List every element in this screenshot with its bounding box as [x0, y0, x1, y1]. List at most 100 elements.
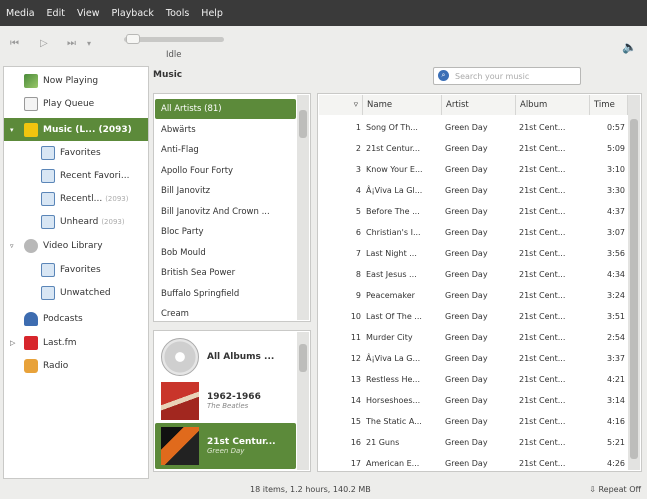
track-artist: Green Day — [445, 207, 488, 216]
track-artist: Green Day — [445, 354, 488, 363]
table-row[interactable]: 15 The Static A... Green Day 21st Cent... 4:… — [319, 412, 628, 432]
menu-view[interactable]: View — [77, 8, 100, 19]
search-input[interactable]: ⌕ Search your music — [433, 67, 581, 85]
table-row[interactable]: 3 Know Your E... Green Day 21st Cent... 3:10 — [319, 160, 628, 180]
track-name: Christian's I... — [366, 228, 421, 237]
next-menu-chevron-down-icon[interactable]: ▾ — [87, 39, 91, 48]
smart-playlist-icon — [41, 214, 55, 229]
artist-item[interactable]: Bob Mould — [155, 243, 296, 263]
track-number: 15 — [350, 417, 361, 426]
artist-item[interactable]: Bloc Party — [155, 222, 296, 242]
menu-playback[interactable]: Playback — [112, 8, 154, 19]
table-row[interactable]: 2 21st Centur... Green Day 21st Cent... 5:09 — [319, 139, 628, 159]
scrollbar-thumb[interactable] — [299, 344, 307, 372]
table-row[interactable]: 1 Song Of Th... Green Day 21st Cent... 0:57 — [319, 118, 628, 138]
album-item-selected[interactable]: 21st Centur... Green Day — [155, 423, 296, 469]
artist-item[interactable]: Cream — [155, 304, 296, 321]
expander-icon[interactable]: ▿ — [10, 242, 14, 250]
artist-scrollbar[interactable] — [297, 95, 309, 320]
album-scrollbar[interactable] — [297, 332, 309, 470]
sidebar-item-unwatched[interactable]: Unwatched — [4, 281, 148, 304]
play-icon[interactable]: ▷ — [40, 38, 48, 49]
play-queue-icon — [24, 96, 38, 111]
search-placeholder: Search your music — [455, 72, 530, 81]
sidebar-item-music-library[interactable]: ▾ Music (L... (2093) — [4, 118, 148, 141]
sidebar-item-unheard[interactable]: Unheard (2093) — [4, 210, 148, 233]
track-scrollbar[interactable] — [628, 95, 640, 470]
track-album: 21st Cent... — [519, 144, 566, 153]
artist-item[interactable]: Buffalo Springfield — [155, 284, 296, 304]
track-time: 3:10 — [607, 165, 625, 174]
sidebar-item-video-favorites[interactable]: Favorites — [4, 258, 148, 281]
sidebar-item-recently-added[interactable]: Recentl... (2093) — [4, 187, 148, 210]
table-row[interactable]: 9 Peacemaker Green Day 21st Cent... 3:24 — [319, 286, 628, 306]
repeat-button[interactable]: ⇩ Repeat Off — [589, 485, 641, 494]
sidebar-item-label: Last.fm — [43, 337, 77, 348]
track-album: 21st Cent... — [519, 123, 566, 132]
table-row[interactable]: 10 Last Of The ... Green Day 21st Cent... 3:… — [319, 307, 628, 327]
table-row[interactable]: 16 21 Guns Green Day 21st Cent... 5:21 — [319, 433, 628, 453]
menu-bar: Media Edit View Playback Tools Help — [0, 0, 647, 26]
track-time: 4:37 — [607, 207, 625, 216]
table-row[interactable]: 8 East Jesus ... Green Day 21st Cent... 4:34 — [319, 265, 628, 285]
sidebar-item-play-queue[interactable]: Play Queue — [4, 92, 148, 115]
table-row[interactable]: 17 American E... Green Day 21st Cent... 4:26 — [319, 454, 628, 471]
sidebar-item-favorites[interactable]: Favorites — [4, 141, 148, 164]
scrollbar-thumb[interactable] — [630, 119, 638, 459]
artist-item[interactable]: Abwärts — [155, 120, 296, 140]
album-cover-placeholder-icon — [161, 338, 199, 376]
sidebar-item-video-library[interactable]: ▿ Video Library — [4, 234, 148, 257]
track-album: 21st Cent... — [519, 186, 566, 195]
podcast-icon — [24, 311, 38, 326]
table-row[interactable]: 5 Before The ... Green Day 21st Cent... 4:37 — [319, 202, 628, 222]
artist-item[interactable]: Anti-Flag — [155, 140, 296, 160]
column-header-album[interactable]: Album — [516, 95, 590, 115]
track-artist: Green Day — [445, 312, 488, 321]
sidebar-item-recent-favorites[interactable]: Recent Favori... — [4, 164, 148, 187]
track-list: ▿ Name Artist Album Time 1 Song Of Th... G… — [317, 93, 642, 472]
album-item[interactable]: 1962-1966 The Beatles — [155, 378, 296, 424]
sidebar-item-label: Now Playing — [43, 75, 99, 86]
column-header-name[interactable]: Name — [363, 95, 442, 115]
track-name: 21st Centur... — [366, 144, 420, 153]
expander-icon[interactable]: ▷ — [10, 339, 15, 347]
track-time: 3:30 — [607, 186, 625, 195]
menu-help[interactable]: Help — [201, 8, 223, 19]
track-time: 3:56 — [607, 249, 625, 258]
artist-item[interactable]: British Sea Power — [155, 263, 296, 283]
seek-slider-handle[interactable] — [126, 34, 140, 44]
volume-icon[interactable]: 🔈 — [622, 40, 637, 54]
search-icon[interactable]: ⌕ — [438, 70, 449, 81]
track-album: 21st Cent... — [519, 165, 566, 174]
table-row[interactable]: 14 Horseshoes... Green Day 21st Cent... 3:14 — [319, 391, 628, 411]
artist-item-all[interactable]: All Artists (81) — [155, 99, 296, 119]
table-row[interactable]: 7 Last Night ... Green Day 21st Cent... 3:56 — [319, 244, 628, 264]
table-row[interactable]: 11 Murder City Green Day 21st Cent... 2:54 — [319, 328, 628, 348]
table-row[interactable]: 4 Â¡Viva La Gl... Green Day 21st Cent... 3:3… — [319, 181, 628, 201]
sidebar-item-label: Favorites — [60, 147, 101, 158]
scrollbar-thumb[interactable] — [299, 110, 307, 138]
sidebar-item-podcasts[interactable]: Podcasts — [4, 307, 148, 330]
menu-tools[interactable]: Tools — [166, 8, 189, 19]
table-row[interactable]: 13 Restless He... Green Day 21st Cent... 4:2… — [319, 370, 628, 390]
menu-edit[interactable]: Edit — [47, 8, 65, 19]
sidebar-item-now-playing[interactable]: Now Playing — [4, 69, 148, 92]
menu-media[interactable]: Media — [6, 8, 35, 19]
column-header-number[interactable]: ▿ — [319, 95, 363, 115]
sidebar-item-lastfm[interactable]: ▷ Last.fm — [4, 331, 148, 354]
table-row[interactable]: 6 Christian's I... Green Day 21st Cent... 3:… — [319, 223, 628, 243]
sidebar-item-radio[interactable]: Radio — [4, 354, 148, 377]
artist-item[interactable]: Apollo Four Forty — [155, 161, 296, 181]
album-item-all[interactable]: All Albums ... — [155, 334, 296, 380]
artist-item[interactable]: Bill Janovitz — [155, 181, 296, 201]
track-time: 4:26 — [607, 459, 625, 468]
artist-item[interactable]: Bill Janovitz And Crown ... — [155, 202, 296, 222]
column-header-time[interactable]: Time — [590, 95, 628, 115]
column-header-artist[interactable]: Artist — [442, 95, 516, 115]
previous-icon[interactable]: ⏮ — [10, 38, 19, 49]
expander-icon[interactable]: ▾ — [10, 126, 14, 134]
next-icon[interactable]: ⏭ — [67, 38, 76, 49]
track-album: 21st Cent... — [519, 396, 566, 405]
smart-playlist-icon — [41, 262, 55, 277]
table-row[interactable]: 12 Â¡Viva La G... Green Day 21st Cent... 3:3… — [319, 349, 628, 369]
